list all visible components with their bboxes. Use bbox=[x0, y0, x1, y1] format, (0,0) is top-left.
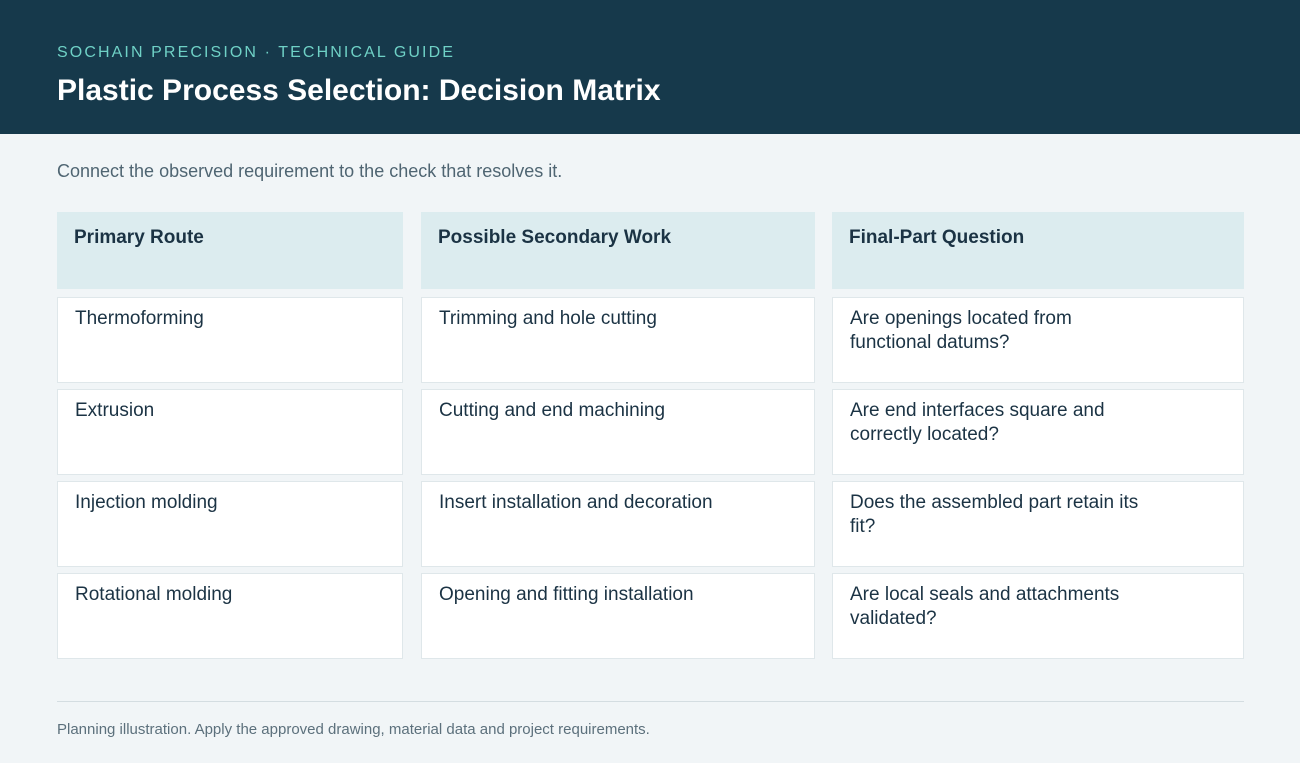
secondary-work-cell: Trimming and hole cutting bbox=[421, 297, 815, 383]
column-header-secondary-work: Possible Secondary Work bbox=[421, 212, 815, 289]
cell-text: Cutting and end machining bbox=[439, 400, 666, 421]
brand-eyebrow: SOCHAIN PRECISION · TECHNICAL GUIDE bbox=[57, 44, 455, 61]
cell-text: Opening and fitting installation bbox=[439, 584, 694, 605]
column-header-final-part-question: Final-Part Question bbox=[832, 212, 1244, 289]
cell-text: Are openings located from functional dat… bbox=[850, 308, 1072, 353]
primary-route-cell: Rotational molding bbox=[57, 573, 403, 659]
cell-text: Rotational molding bbox=[75, 584, 233, 605]
cell-text: Injection molding bbox=[75, 492, 218, 513]
page-title: Plastic Process Selection: Decision Matr… bbox=[57, 74, 661, 107]
cell-text: Are local seals and attachments validate… bbox=[850, 584, 1120, 629]
intro-text: Connect the observed requirement to the … bbox=[57, 161, 563, 181]
footer-divider bbox=[57, 701, 1244, 702]
cell-text: Does the assembled part retain its fit? bbox=[850, 492, 1139, 537]
cell-text: Are end interfaces square and correctly … bbox=[850, 400, 1105, 445]
final-part-question-cell: Are end interfaces square and correctly … bbox=[832, 389, 1244, 475]
cell-text: Thermoforming bbox=[75, 308, 204, 329]
footer-note: Planning illustration. Apply the approve… bbox=[57, 721, 650, 738]
primary-route-cell: Extrusion bbox=[57, 389, 403, 475]
secondary-work-cell: Insert installation and decoration bbox=[421, 481, 815, 567]
cell-text: Trimming and hole cutting bbox=[439, 308, 657, 329]
final-part-question-cell: Are openings located from functional dat… bbox=[832, 297, 1244, 383]
cell-text: Extrusion bbox=[75, 400, 155, 421]
final-part-question-cell: Are local seals and attachments validate… bbox=[832, 573, 1244, 659]
page-header: SOCHAIN PRECISION · TECHNICAL GUIDE Plas… bbox=[0, 0, 1300, 134]
secondary-work-cell: Opening and fitting installation bbox=[421, 573, 815, 659]
secondary-work-cell: Cutting and end machining bbox=[421, 389, 815, 475]
final-part-question-cell: Does the assembled part retain its fit? bbox=[832, 481, 1244, 567]
primary-route-cell: Thermoforming bbox=[57, 297, 403, 383]
cell-text: Insert installation and decoration bbox=[439, 492, 713, 513]
primary-route-cell: Injection molding bbox=[57, 481, 403, 567]
column-header-primary-route: Primary Route bbox=[57, 212, 403, 289]
